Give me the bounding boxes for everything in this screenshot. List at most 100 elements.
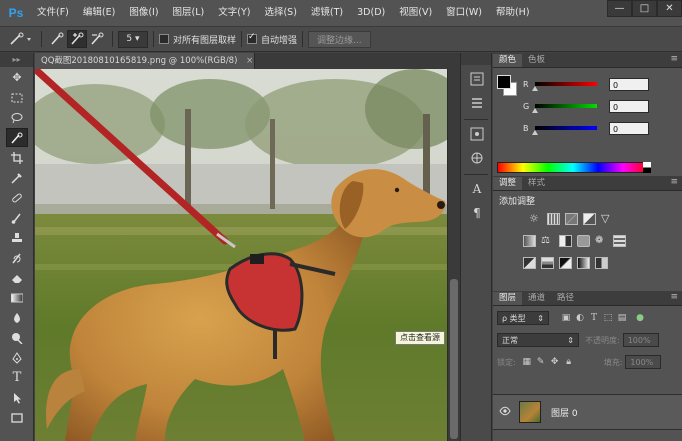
gradient-icon[interactable] — [6, 288, 28, 307]
color-balance-icon[interactable]: ⚖ — [541, 235, 554, 247]
minimize-button[interactable]: — — [607, 0, 632, 17]
foreground-color-swatch[interactable] — [497, 75, 511, 89]
blue-value-input[interactable]: 0 — [609, 121, 649, 135]
layer-filter-select[interactable]: ρ 类型 ⇕ — [497, 311, 549, 325]
tab-color[interactable]: 颜色 — [493, 54, 523, 67]
lock-transparent-icon[interactable]: ▦ — [520, 355, 534, 369]
panel-menu-icon[interactable]: ≡ — [670, 177, 678, 187]
panel-menu-icon[interactable]: ≡ — [670, 54, 678, 64]
add-selection-mode[interactable] — [67, 30, 87, 48]
type-icon[interactable]: T — [6, 368, 28, 387]
menu-type[interactable]: 文字(Y) — [211, 0, 257, 26]
lock-image-icon[interactable]: ✎ — [534, 355, 548, 369]
eraser-icon[interactable] — [6, 268, 28, 287]
selective-color-icon[interactable] — [595, 257, 608, 269]
marquee-icon[interactable] — [6, 88, 28, 107]
dock-collapse-handle[interactable] — [461, 53, 491, 65]
blue-slider[interactable] — [532, 126, 597, 135]
menu-view[interactable]: 视图(V) — [392, 0, 439, 26]
levels-icon[interactable] — [547, 213, 560, 225]
quick-selection-icon[interactable] — [6, 128, 28, 147]
paragraph-panel-icon[interactable]: ¶ — [467, 203, 487, 223]
type-filter-icon[interactable]: T — [587, 311, 601, 325]
pen-icon[interactable] — [6, 348, 28, 367]
tab-layers[interactable]: 图层 — [493, 292, 523, 305]
shape-filter-icon[interactable]: ⬚ — [601, 311, 615, 325]
history-brush-icon[interactable] — [6, 248, 28, 267]
lasso-icon[interactable] — [6, 108, 28, 127]
scrollbar-thumb[interactable] — [450, 279, 458, 439]
tool-preset-picker[interactable] — [6, 30, 36, 48]
opacity-input[interactable]: 100% — [622, 333, 659, 347]
invert-icon[interactable] — [523, 257, 536, 269]
subtract-selection-mode[interactable] — [87, 30, 107, 48]
auto-enhance-option[interactable]: 自动增强 — [247, 32, 297, 46]
healing-brush-icon[interactable] — [6, 188, 28, 207]
lock-position-icon[interactable]: ✥ — [548, 355, 562, 369]
menu-select[interactable]: 选择(S) — [257, 0, 303, 26]
sample-all-layers-checkbox[interactable] — [159, 34, 169, 44]
path-selection-icon[interactable] — [6, 388, 28, 407]
sample-all-layers-option[interactable]: 对所有图层取样 — [159, 33, 236, 46]
visibility-eye-icon[interactable] — [499, 406, 511, 418]
menu-window[interactable]: 窗口(W) — [439, 0, 489, 26]
move-icon[interactable]: ✥ — [6, 68, 28, 87]
menu-help[interactable]: 帮助(H) — [489, 0, 537, 26]
canvas-vertical-scrollbar[interactable] — [447, 69, 460, 441]
close-tab-icon[interactable]: × — [246, 56, 253, 66]
layer-item[interactable]: 图层 0 — [493, 394, 682, 430]
auto-enhance-checkbox[interactable] — [247, 32, 258, 44]
blend-mode-select[interactable]: 正常 ⇕ — [497, 333, 579, 347]
rectangle-icon[interactable] — [6, 408, 28, 427]
channel-mixer-icon[interactable]: ❁ — [595, 235, 608, 247]
threshold-icon[interactable] — [559, 257, 572, 269]
green-value-input[interactable]: 0 — [609, 99, 649, 113]
exposure-icon[interactable] — [583, 213, 596, 225]
menu-filter[interactable]: 滤镜(T) — [304, 0, 350, 26]
eyedropper-icon[interactable] — [6, 168, 28, 187]
document-tab[interactable]: QQ截图20180810165819.png @ 100%(RGB/8) × — [35, 53, 255, 69]
red-slider-knob[interactable] — [532, 86, 538, 91]
navigator-panel-icon[interactable] — [467, 148, 487, 168]
close-window-button[interactable]: ✕ — [657, 0, 682, 17]
color-spectrum[interactable] — [497, 162, 649, 173]
tab-paths[interactable]: 路径 — [551, 292, 580, 305]
menu-file[interactable]: 文件(F) — [30, 0, 76, 26]
red-value-input[interactable]: 0 — [609, 77, 649, 91]
layer-name[interactable]: 图层 0 — [551, 406, 578, 419]
green-slider-knob[interactable] — [532, 108, 538, 113]
pixel-filter-icon[interactable]: ▣ — [559, 311, 573, 325]
menu-edit[interactable]: 编辑(E) — [76, 0, 122, 26]
brush-icon[interactable] — [6, 208, 28, 227]
brightness-contrast-icon[interactable]: ☼ — [529, 213, 542, 225]
refine-edge-button[interactable]: 调整边缘... — [308, 30, 371, 48]
gradient-map-icon[interactable] — [577, 257, 590, 269]
document-canvas[interactable] — [35, 69, 447, 441]
tab-swatches[interactable]: 色板 — [522, 54, 551, 67]
green-slider[interactable] — [532, 104, 597, 113]
new-selection-mode[interactable] — [47, 30, 67, 48]
menu-3d[interactable]: 3D(D) — [350, 0, 392, 26]
brush-size-picker[interactable]: 5 ▾ — [118, 30, 148, 48]
hue-saturation-icon[interactable] — [523, 235, 536, 247]
history-panel-icon[interactable] — [467, 69, 487, 89]
menu-image[interactable]: 图像(I) — [122, 0, 165, 26]
curves-icon[interactable] — [565, 213, 578, 225]
tab-styles[interactable]: 样式 — [522, 177, 551, 190]
smart-object-filter-icon[interactable]: ▤ — [615, 311, 629, 325]
adjustment-filter-icon[interactable]: ◐ — [573, 311, 587, 325]
tab-channels[interactable]: 通道 — [522, 292, 551, 305]
red-slider[interactable] — [532, 82, 597, 91]
clone-stamp-icon[interactable] — [6, 228, 28, 247]
character-panel-icon[interactable]: A — [467, 179, 487, 199]
posterize-icon[interactable] — [541, 257, 554, 269]
toolbox-collapse-handle[interactable]: ▸▸ — [0, 53, 33, 67]
maximize-button[interactable]: □ — [632, 0, 657, 17]
filter-toggle-icon[interactable]: ● — [633, 311, 647, 325]
black-white-icon[interactable] — [559, 235, 572, 247]
lock-all-icon[interactable]: 🔒︎ — [562, 355, 576, 369]
panel-menu-icon[interactable]: ≡ — [670, 292, 678, 302]
menu-layer[interactable]: 图层(L) — [166, 0, 212, 26]
dodge-icon[interactable] — [6, 328, 28, 347]
vibrance-icon[interactable]: ▽ — [601, 213, 614, 225]
